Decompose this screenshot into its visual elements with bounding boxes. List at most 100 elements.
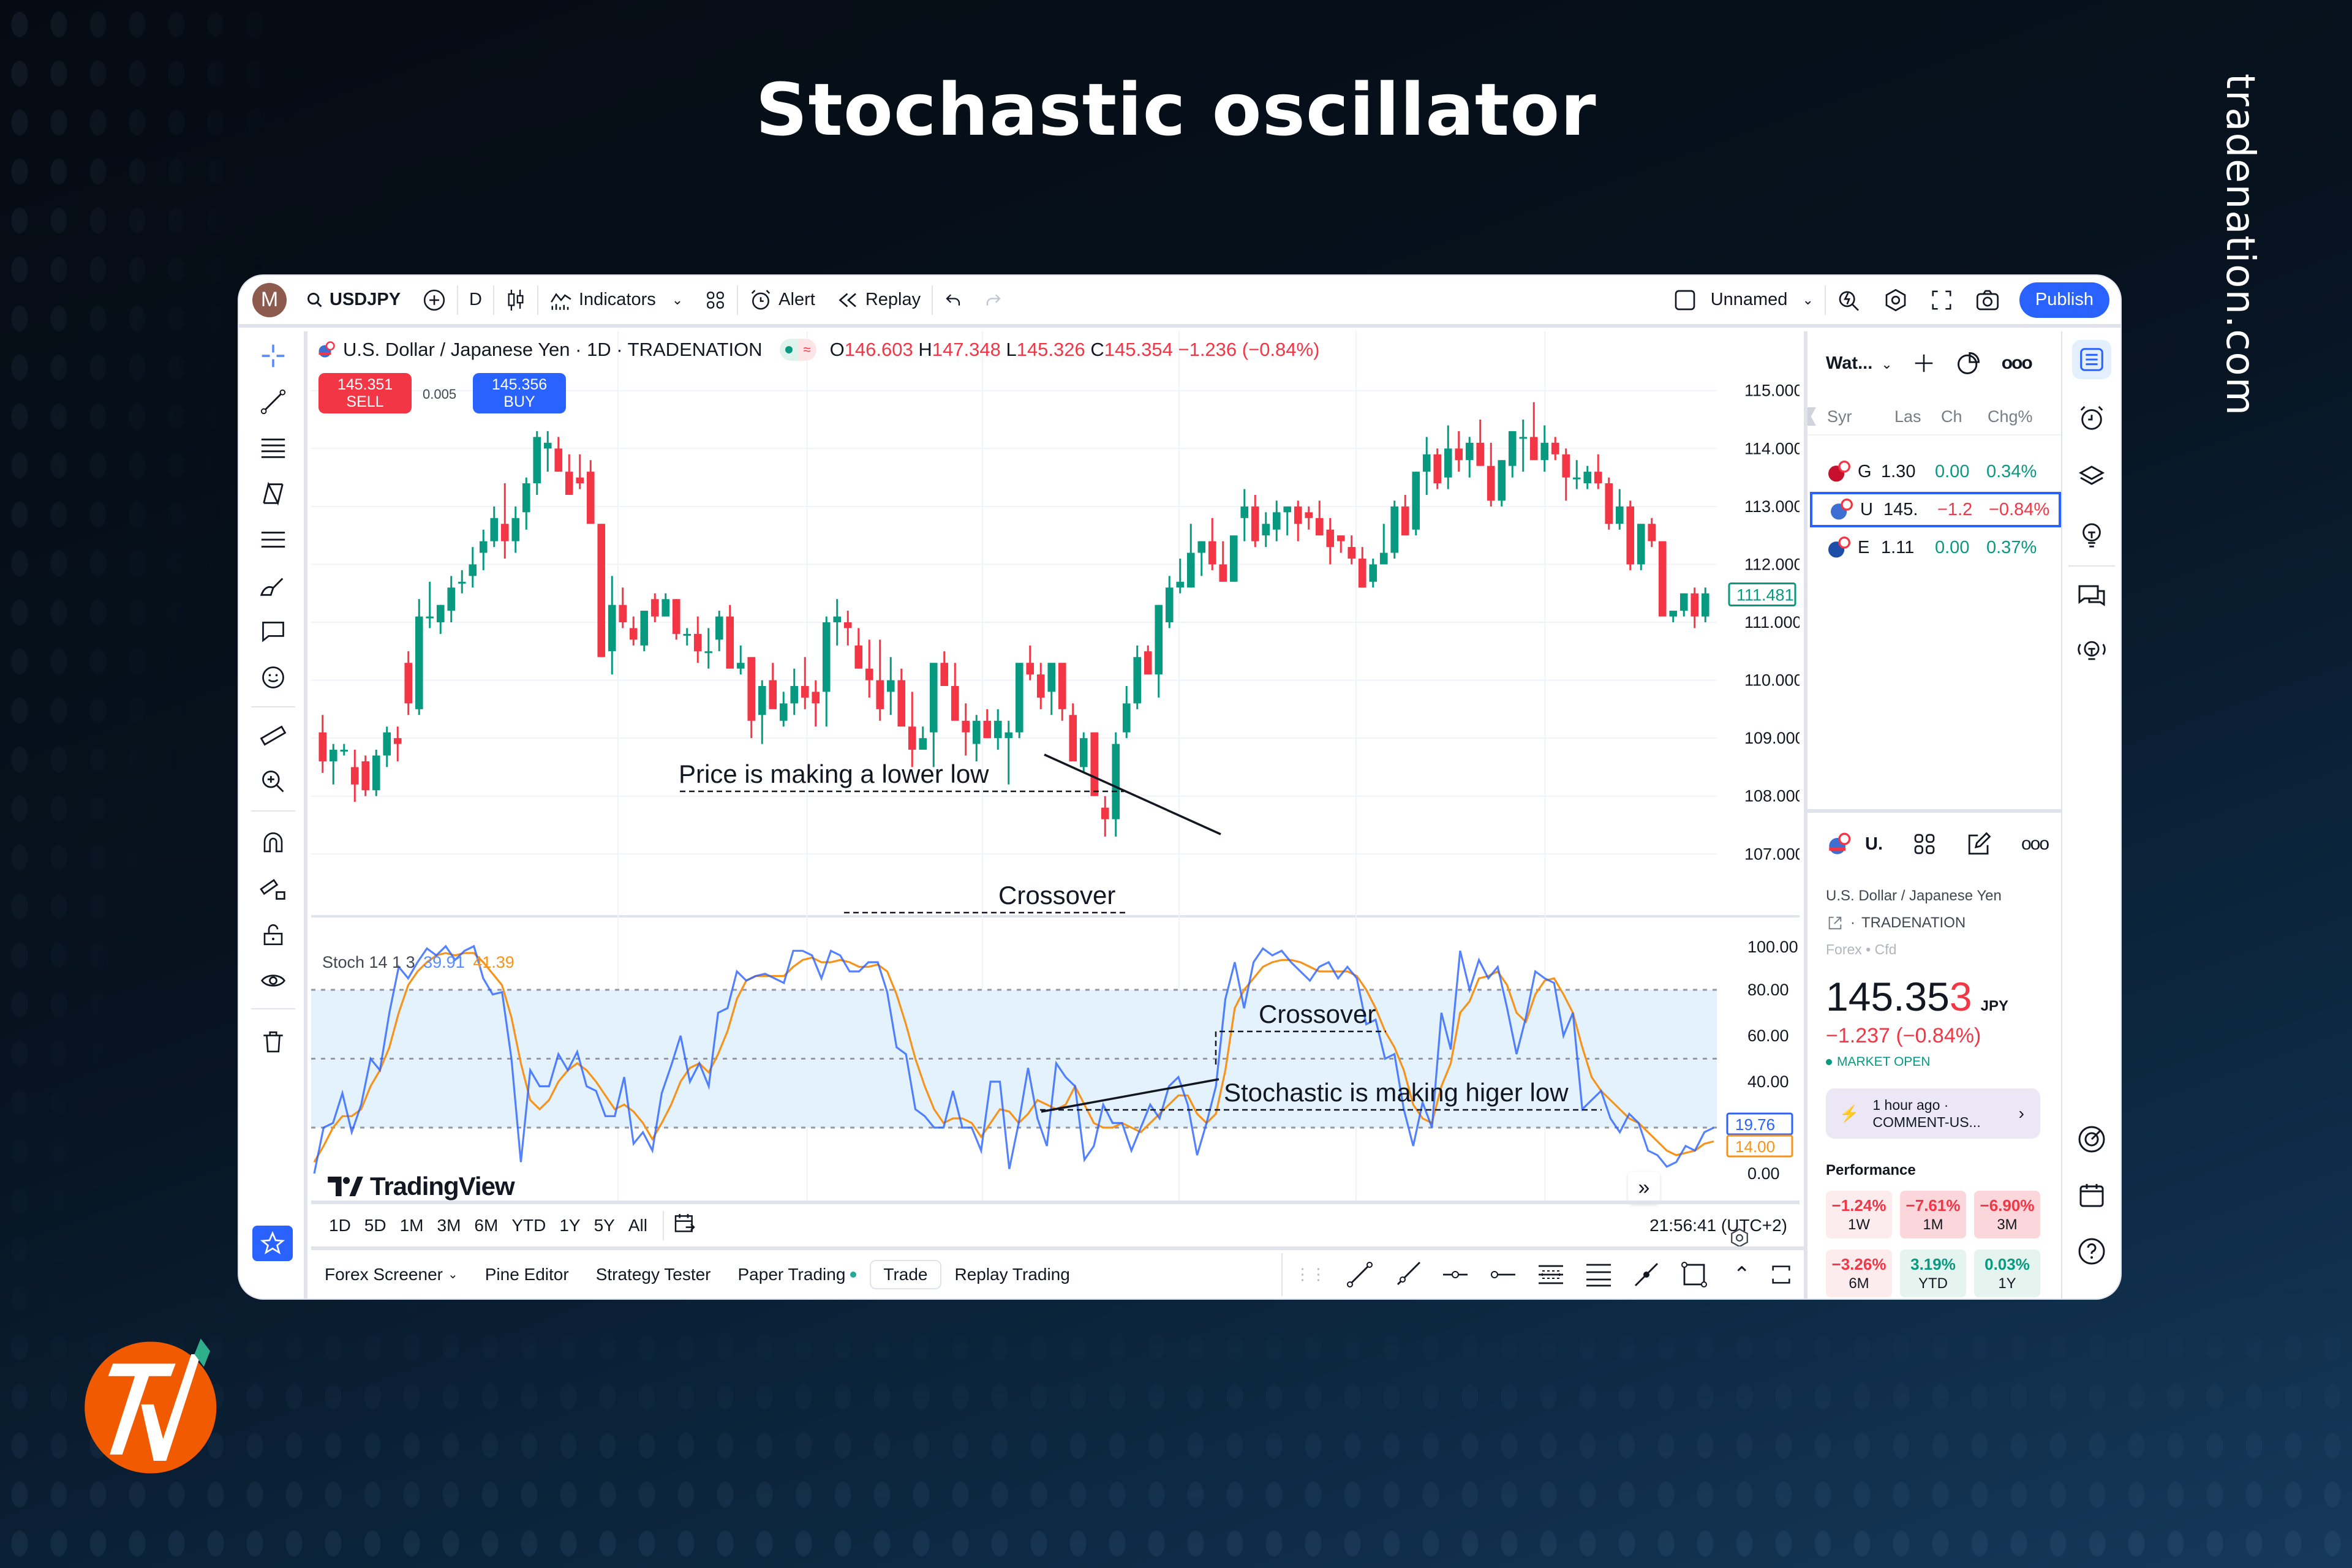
clock-label[interactable]: 21:56:41 (UTC+2): [1649, 1216, 1787, 1235]
alerts-toggle[interactable]: [2072, 399, 2111, 438]
trendline-icon[interactable]: [1345, 1260, 1374, 1289]
help-toggle[interactable]: [2072, 1232, 2111, 1271]
object-tree-toggle[interactable]: [2072, 457, 2111, 496]
chart-canvas[interactable]: 115.000 114.000 113.000 112.000 111.000 110.0…: [311, 331, 1800, 1201]
tab-trade[interactable]: Trade: [870, 1259, 941, 1289]
buy-button[interactable]: 145.356 BUY: [473, 373, 566, 413]
emoji-tool[interactable]: [255, 659, 292, 696]
performance-cell-6m[interactable]: −3.26% 6M: [1826, 1250, 1892, 1297]
fib-retracement-icon[interactable]: [1584, 1260, 1613, 1289]
publish-button[interactable]: Publish: [2019, 282, 2109, 318]
interval-button[interactable]: D: [458, 282, 493, 318]
performance-cell-1w[interactable]: −1.24% 1W: [1826, 1191, 1892, 1238]
sell-button[interactable]: 145.351 SELL: [318, 373, 412, 413]
rectangle-icon[interactable]: [1679, 1260, 1709, 1289]
undo-button[interactable]: [933, 282, 973, 318]
remove-drawings-tool[interactable]: [255, 1023, 292, 1060]
tab-strategy-tester[interactable]: Strategy Tester: [582, 1265, 725, 1284]
range-button-all[interactable]: All: [622, 1216, 654, 1235]
col-last[interactable]: Las: [1894, 407, 1941, 426]
ideas-toggle[interactable]: [2072, 515, 2111, 554]
range-button-1d[interactable]: 1D: [322, 1216, 358, 1235]
range-button-3m[interactable]: 3M: [431, 1216, 468, 1235]
magnet-tool[interactable]: [255, 824, 292, 861]
zoom-tool[interactable]: [255, 763, 292, 800]
col-change-pct[interactable]: Chg%: [1988, 407, 2033, 426]
scroll-to-realtime-button[interactable]: »: [1628, 1172, 1660, 1204]
favorites-button[interactable]: [252, 1226, 293, 1261]
drag-handle-icon[interactable]: ⋮⋮: [1295, 1265, 1327, 1284]
symbol-search-button[interactable]: USDJPY: [295, 282, 412, 318]
hide-drawings-tool[interactable]: [255, 962, 292, 999]
watchlist-row[interactable]: G 1.30 0.00 0.34%: [1810, 454, 2061, 489]
text-tool[interactable]: [255, 613, 292, 650]
indicators-button[interactable]: Indicators ⌄: [538, 282, 694, 318]
tab-paper-trading[interactable]: Paper Trading: [725, 1265, 870, 1284]
projection-tool[interactable]: [255, 521, 292, 558]
crosshair-tool[interactable]: [255, 337, 292, 374]
col-symbol[interactable]: Syr: [1827, 407, 1894, 426]
stoch-legend[interactable]: Stoch 14 1 3 39.91 41.39: [322, 953, 514, 972]
compare-symbol-button[interactable]: [412, 282, 457, 318]
add-symbol-icon[interactable]: [1912, 352, 1936, 375]
watchlist-title[interactable]: Wat... ⌄: [1826, 353, 1893, 374]
external-link-icon[interactable]: [1826, 914, 1844, 932]
calendar-toggle[interactable]: [2072, 1175, 2111, 1215]
chevron-down-icon[interactable]: ⌄: [672, 292, 683, 308]
parallel-channel-icon[interactable]: [1536, 1260, 1566, 1289]
horizontal-ray-icon[interactable]: [1488, 1260, 1518, 1289]
user-avatar[interactable]: M: [252, 282, 287, 317]
range-button-1y[interactable]: 1Y: [552, 1216, 587, 1235]
range-button-5d[interactable]: 5D: [358, 1216, 393, 1235]
quick-search-button[interactable]: [1826, 282, 1872, 318]
range-button-6m[interactable]: 6M: [467, 1216, 505, 1235]
chart-legend-title[interactable]: U.S. Dollar / Japanese Yen · 1D · TRADEN…: [343, 339, 763, 361]
chart-area[interactable]: 115.000 114.000 113.000 112.000 111.000 110.0…: [311, 331, 1800, 1248]
lock-drawing-tool[interactable]: [255, 870, 292, 907]
news-item[interactable]: ⚡ 1 hour ago · COMMENT-US... ›: [1826, 1088, 2040, 1139]
redo-button[interactable]: [973, 282, 1014, 318]
pattern-tool[interactable]: [255, 475, 292, 512]
arrow-line-icon[interactable]: [1632, 1260, 1661, 1289]
resize-handle-icon[interactable]: [1807, 407, 1816, 426]
pie-chart-icon[interactable]: [1955, 350, 1982, 377]
measure-tool[interactable]: [255, 717, 292, 754]
tab-pine-editor[interactable]: Pine Editor: [472, 1265, 582, 1284]
grid-icon[interactable]: [1912, 832, 1937, 856]
ray-icon[interactable]: [1393, 1260, 1422, 1289]
watchlist-row[interactable]: U 145. −1.2 −0.84%: [1810, 492, 2061, 527]
more-options-icon[interactable]: ooo: [2002, 353, 2033, 374]
performance-cell-1m[interactable]: −7.61% 1M: [1900, 1191, 1966, 1238]
templates-button[interactable]: [694, 282, 737, 318]
streams-toggle[interactable]: [2072, 631, 2111, 671]
watchlist-row[interactable]: E 1.11 0.00 0.37%: [1810, 530, 2061, 565]
range-button-5y[interactable]: 5Y: [587, 1216, 622, 1235]
market-status-pill[interactable]: ≈: [779, 339, 816, 361]
chart-type-button[interactable]: [494, 282, 537, 318]
settings-button[interactable]: [1872, 282, 1919, 318]
layout-button[interactable]: Unnamed ⌄: [1662, 282, 1825, 318]
snapshot-button[interactable]: [1964, 282, 2011, 318]
performance-cell-3m[interactable]: −6.90% 3M: [1974, 1191, 2040, 1238]
horizontal-line-icon[interactable]: [1441, 1260, 1470, 1289]
lock-all-tool[interactable]: [255, 916, 292, 953]
edit-note-icon[interactable]: [1966, 831, 1992, 857]
range-button-ytd[interactable]: YTD: [505, 1216, 552, 1235]
hotlists-toggle[interactable]: [2072, 1120, 2111, 1159]
trendline-tool[interactable]: [255, 383, 292, 420]
col-change[interactable]: Ch: [1941, 407, 1988, 426]
fib-tool[interactable]: [255, 429, 292, 466]
range-button-1m[interactable]: 1M: [393, 1216, 431, 1235]
go-to-date-button[interactable]: [673, 1211, 697, 1240]
chat-toggle[interactable]: [2072, 576, 2111, 616]
maximize-panel-icon[interactable]: [1769, 1262, 1793, 1287]
chevron-up-icon[interactable]: ⌃: [1733, 1262, 1751, 1287]
performance-cell-1y[interactable]: 0.03% 1Y: [1974, 1250, 2040, 1297]
fullscreen-button[interactable]: [1919, 282, 1964, 318]
alert-button[interactable]: Alert: [738, 282, 826, 318]
replay-button[interactable]: Replay: [826, 282, 932, 318]
more-options-icon[interactable]: ooo: [2021, 834, 2049, 854]
watchlist-toggle[interactable]: [2072, 340, 2111, 379]
performance-cell-ytd[interactable]: 3.19% YTD: [1900, 1250, 1966, 1297]
tab-forex-screener[interactable]: Forex Screener ⌄: [311, 1265, 472, 1284]
